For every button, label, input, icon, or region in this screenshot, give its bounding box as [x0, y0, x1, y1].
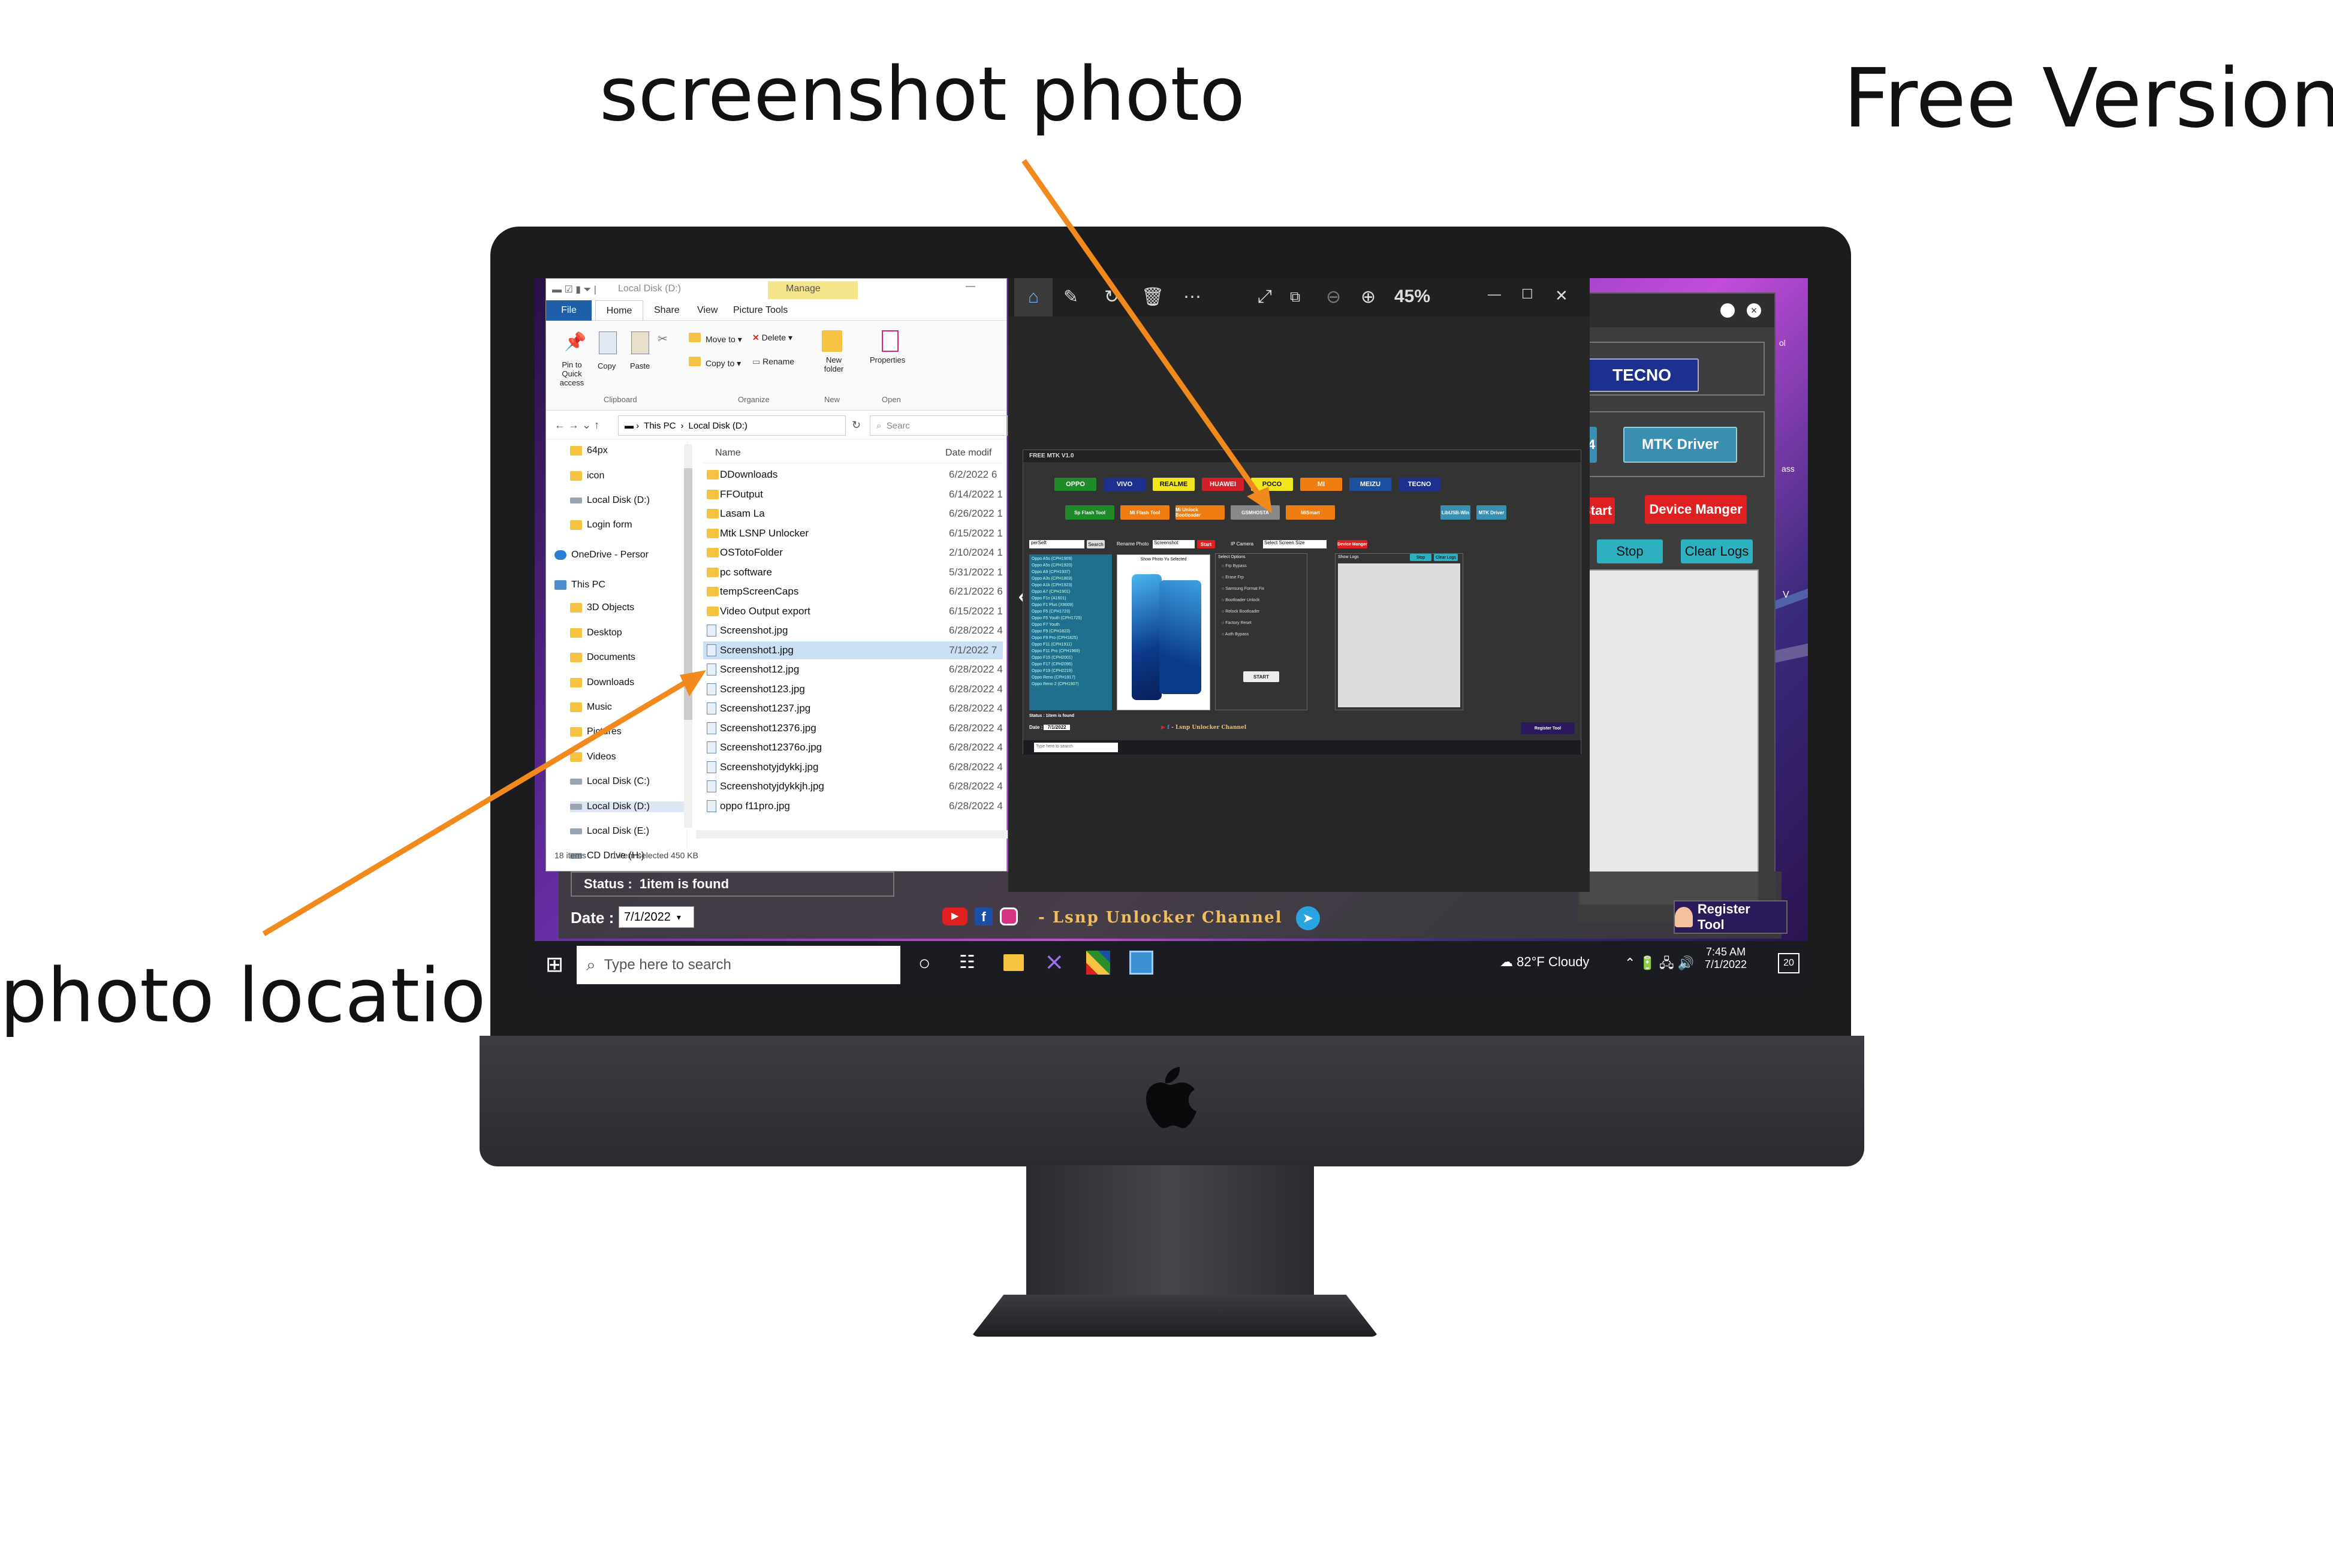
arrowhead-screenshot — [1247, 487, 1272, 513]
arrow-to-screenshot-photo — [1021, 159, 1267, 505]
arrow-to-photo-location — [262, 675, 696, 936]
annotation-arrows — [262, 159, 1272, 936]
arrowhead-location — [680, 670, 706, 696]
